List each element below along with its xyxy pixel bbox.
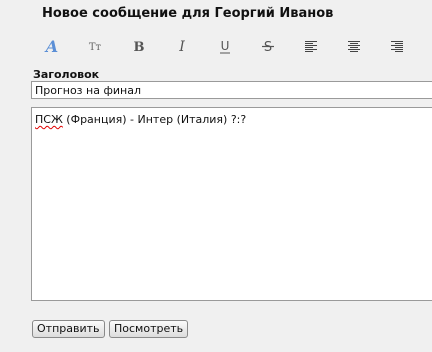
- misspelled-word: ПСЖ: [35, 113, 63, 126]
- underline-button[interactable]: U: [214, 34, 236, 58]
- message-body-text: (Франция) - Интер (Италия) ?:?: [62, 113, 247, 126]
- dialog-title: Новое сообщение для Георгий Иванов: [42, 6, 334, 21]
- font-size-button[interactable]: Tт: [84, 34, 106, 58]
- font-button[interactable]: A: [41, 34, 63, 58]
- italic-button[interactable]: I: [171, 34, 193, 58]
- svg-text:B: B: [134, 40, 145, 55]
- italic-icon: I: [178, 39, 185, 55]
- align-center-icon: [348, 41, 360, 52]
- font-icon: A: [44, 37, 58, 56]
- bold-button[interactable]: B: [128, 34, 150, 58]
- align-right-icon: [391, 41, 403, 52]
- align-left-icon: [305, 41, 317, 52]
- send-button[interactable]: Отправить: [32, 320, 105, 338]
- formatting-toolbar: A Tт B I U S: [31, 34, 432, 58]
- strikethrough-button[interactable]: S: [257, 34, 279, 58]
- message-body-textarea[interactable]: ПСЖ (Франция) - Интер (Италия) ?:?: [31, 107, 432, 301]
- svg-text:I: I: [178, 39, 185, 55]
- svg-text:Tт: Tт: [89, 42, 102, 53]
- underline-icon: U: [220, 39, 230, 54]
- svg-text:A: A: [44, 37, 58, 56]
- font-size-icon: Tт: [89, 42, 102, 53]
- subject-label: Заголовок: [33, 68, 100, 81]
- bold-icon: B: [134, 40, 145, 55]
- preview-button[interactable]: Посмотреть: [109, 320, 189, 338]
- strikethrough-icon: S: [262, 40, 274, 55]
- subject-input[interactable]: [31, 81, 432, 99]
- svg-text:S: S: [264, 40, 272, 55]
- align-left-button[interactable]: [300, 34, 322, 58]
- align-center-button[interactable]: [343, 34, 365, 58]
- align-right-button[interactable]: [386, 34, 408, 58]
- svg-text:U: U: [221, 39, 230, 53]
